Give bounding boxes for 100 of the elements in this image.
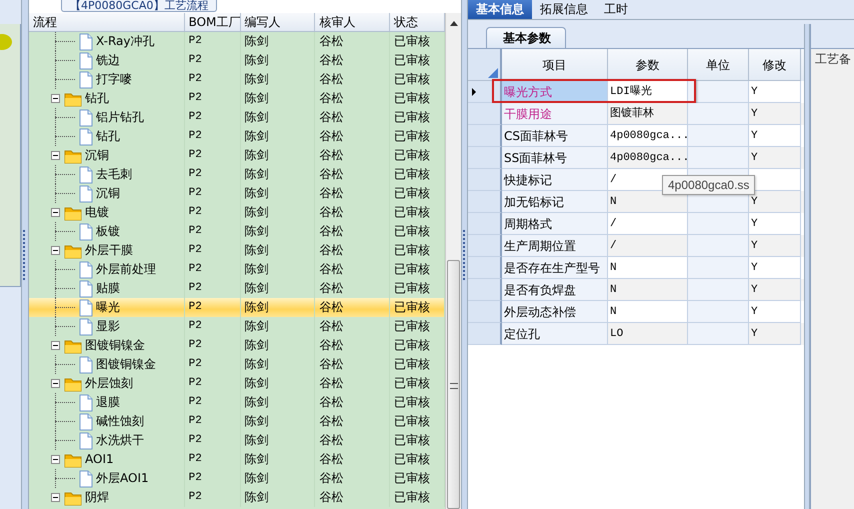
- tree-row[interactable]: 铣边 P2 陈剑 谷松 已审核: [29, 51, 446, 70]
- row-header[interactable]: [468, 169, 502, 191]
- table-cell: 谷松: [315, 260, 390, 279]
- tree-row[interactable]: 钻孔 P2 陈剑 谷松 已审核: [29, 127, 446, 146]
- step-name: 铝片钻孔: [96, 109, 144, 126]
- row-header[interactable]: [468, 323, 502, 345]
- tree-row[interactable]: 电镀 P2 陈剑 谷松 已审核: [29, 203, 446, 222]
- column-header[interactable]: 流程: [29, 13, 185, 31]
- row-header[interactable]: [468, 235, 502, 257]
- tree-row[interactable]: 沉铜 P2 陈剑 谷松 已审核: [29, 184, 446, 203]
- table-row[interactable]: CS面菲林号 4p0080gca... Y: [468, 125, 804, 147]
- table-cell: P2: [184, 469, 240, 488]
- tree-row[interactable]: 去毛刺 P2 陈剑 谷松 已审核: [29, 165, 446, 184]
- tree-row[interactable]: 图镀铜镍金 P2 陈剑 谷松 已审核: [29, 355, 446, 374]
- tree-row[interactable]: 水洗烘干 P2 陈剑 谷松 已审核: [29, 431, 446, 450]
- tree-row[interactable]: 图镀铜镍金 P2 陈剑 谷松 已审核: [29, 336, 446, 355]
- table-cell: Y: [749, 323, 801, 345]
- row-header[interactable]: [468, 191, 502, 213]
- tab[interactable]: 拓展信息: [532, 0, 596, 19]
- table-cell: P2: [184, 412, 240, 431]
- collapse-icon[interactable]: [51, 493, 60, 502]
- row-header[interactable]: [468, 81, 502, 103]
- panel-tab-strip[interactable]: [811, 24, 854, 49]
- table-cell: P2: [184, 146, 240, 165]
- table-cell: P2: [184, 165, 240, 184]
- row-header[interactable]: [468, 103, 502, 125]
- sub-tab[interactable]: 基本参数: [486, 27, 566, 48]
- collapse-icon[interactable]: [51, 94, 60, 103]
- document-icon: [79, 318, 93, 336]
- table-cell: P2: [184, 184, 240, 203]
- row-header[interactable]: [468, 279, 502, 301]
- scrollbar[interactable]: [445, 13, 461, 509]
- document-tab[interactable]: 【4P0080GCA0】工艺流程: [61, 0, 218, 12]
- splitter-handle[interactable]: [23, 230, 27, 280]
- tree-row[interactable]: 外层蚀刻 P2 陈剑 谷松 已审核: [29, 374, 446, 393]
- table-cell: 陈剑: [240, 165, 316, 184]
- folder-icon: [64, 452, 82, 468]
- table-row[interactable]: 定位孔 LO Y: [468, 323, 804, 345]
- table-cell: 陈剑: [240, 393, 316, 412]
- table-row[interactable]: 外层动态补偿 N Y: [468, 301, 804, 323]
- table-cell: 谷松: [315, 127, 390, 146]
- table-row[interactable]: 是否有负焊盘 N Y: [468, 279, 804, 301]
- table-cell: 谷松: [315, 241, 390, 260]
- tree-row[interactable]: 碱性蚀刻 P2 陈剑 谷松 已审核: [29, 412, 446, 431]
- tree-row[interactable]: 板镀 P2 陈剑 谷松 已审核: [29, 222, 446, 241]
- column-header[interactable]: BOM工厂: [184, 13, 241, 31]
- tree-row[interactable]: 阴焊 P2 陈剑 谷松 已审核: [29, 488, 446, 507]
- table-cell: P2: [184, 431, 240, 450]
- collapse-icon[interactable]: [51, 379, 60, 388]
- splitter-bar[interactable]: [804, 24, 810, 509]
- step-name: 外层AOI1: [96, 470, 149, 487]
- table-cell: 谷松: [315, 51, 390, 70]
- tree-row[interactable]: 钻孔 P2 陈剑 谷松 已审核: [29, 89, 446, 108]
- table-row[interactable]: 周期格式 / Y: [468, 213, 804, 235]
- table-row[interactable]: 曝光方式 LDI曝光 Y: [468, 81, 804, 103]
- tree-row[interactable]: 退膜 P2 陈剑 谷松 已审核: [29, 393, 446, 412]
- table-cell: 陈剑: [240, 374, 316, 393]
- collapse-icon[interactable]: [51, 341, 60, 350]
- tree-row[interactable]: AOI1 P2 陈剑 谷松 已审核: [29, 450, 446, 469]
- step-name: 打字嘜: [96, 71, 132, 88]
- tree-row[interactable]: X-Ray冲孔 P2 陈剑 谷松 已审核: [29, 32, 446, 51]
- tree-row[interactable]: 外层AOI1 P2 陈剑 谷松 已审核: [29, 469, 446, 488]
- table-cell: 谷松: [315, 431, 390, 450]
- tree-row[interactable]: 显影 P2 陈剑 谷松 已审核: [29, 317, 446, 336]
- table-row[interactable]: 干膜用途 图镀菲林 Y: [468, 103, 804, 125]
- tab[interactable]: 基本信息: [468, 0, 532, 19]
- row-header[interactable]: [468, 125, 502, 147]
- tree-row[interactable]: 沉铜 P2 陈剑 谷松 已审核: [29, 146, 446, 165]
- step-name: 退膜: [96, 394, 120, 411]
- collapse-icon[interactable]: [51, 246, 60, 255]
- table-cell: 定位孔: [502, 323, 608, 345]
- table-row[interactable]: 是否存在生产型号 N Y: [468, 257, 804, 279]
- tree-row[interactable]: 曝光 P2 陈剑 谷松 已审核: [29, 298, 446, 317]
- table-row[interactable]: 加无铅标记 N Y: [468, 191, 804, 213]
- document-icon: [79, 432, 93, 450]
- collapse-icon[interactable]: [51, 151, 60, 160]
- table-cell: 是否有负焊盘: [502, 279, 608, 301]
- tree-row[interactable]: 打字嘜 P2 陈剑 谷松 已审核: [29, 70, 446, 89]
- collapse-icon[interactable]: [51, 208, 60, 217]
- table-row[interactable]: 生产周期位置 / Y: [468, 235, 804, 257]
- tree-row[interactable]: 外层前处理 P2 陈剑 谷松 已审核: [29, 260, 446, 279]
- column-header[interactable]: 核审人: [315, 13, 390, 31]
- column-header[interactable]: 编写人: [240, 13, 316, 31]
- table-cell: [688, 213, 749, 235]
- scroll-thumb[interactable]: [447, 260, 460, 509]
- step-name: 铣边: [96, 52, 120, 69]
- collapse-icon[interactable]: [51, 455, 60, 464]
- tree-row[interactable]: 铝片钻孔 P2 陈剑 谷松 已审核: [29, 108, 446, 127]
- table-cell: 谷松: [315, 146, 390, 165]
- row-header[interactable]: [468, 257, 502, 279]
- table-row[interactable]: SS面菲林号 4p0080gca... Y: [468, 147, 804, 169]
- row-header[interactable]: [468, 147, 502, 169]
- step-name: 钻孔: [85, 90, 109, 107]
- table-cell: 外层动态补偿: [502, 301, 608, 323]
- step-name: 显影: [96, 318, 120, 335]
- tab[interactable]: 工时: [596, 0, 636, 19]
- tree-row[interactable]: 外层干膜 P2 陈剑 谷松 已审核: [29, 241, 446, 260]
- row-header[interactable]: [468, 213, 502, 235]
- row-header[interactable]: [468, 301, 502, 323]
- table-cell: 快捷标记: [502, 169, 608, 191]
